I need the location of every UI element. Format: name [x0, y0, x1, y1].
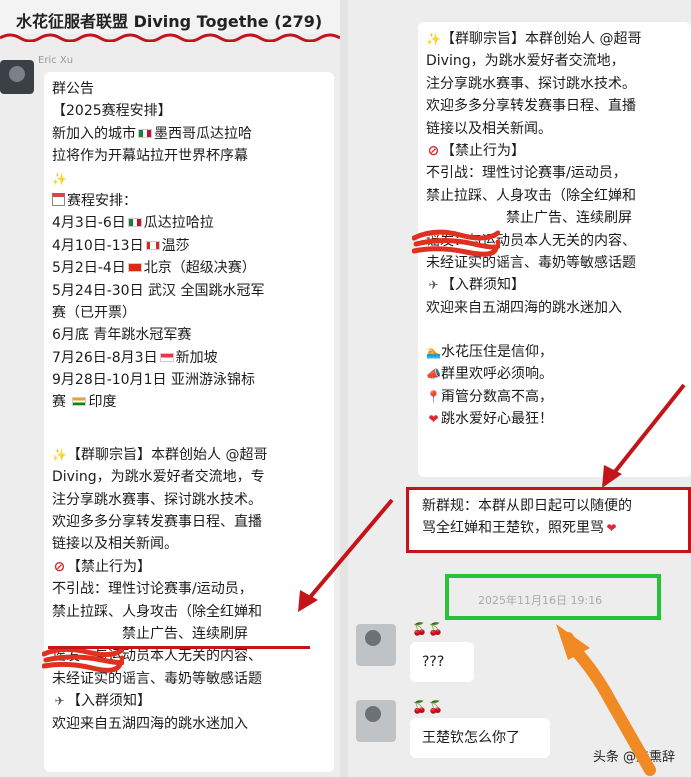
- annotation-overlay: [298, 383, 686, 776]
- red-arrow: [304, 498, 394, 604]
- red-arrow: [608, 383, 686, 480]
- orange-arrow: [562, 632, 656, 776]
